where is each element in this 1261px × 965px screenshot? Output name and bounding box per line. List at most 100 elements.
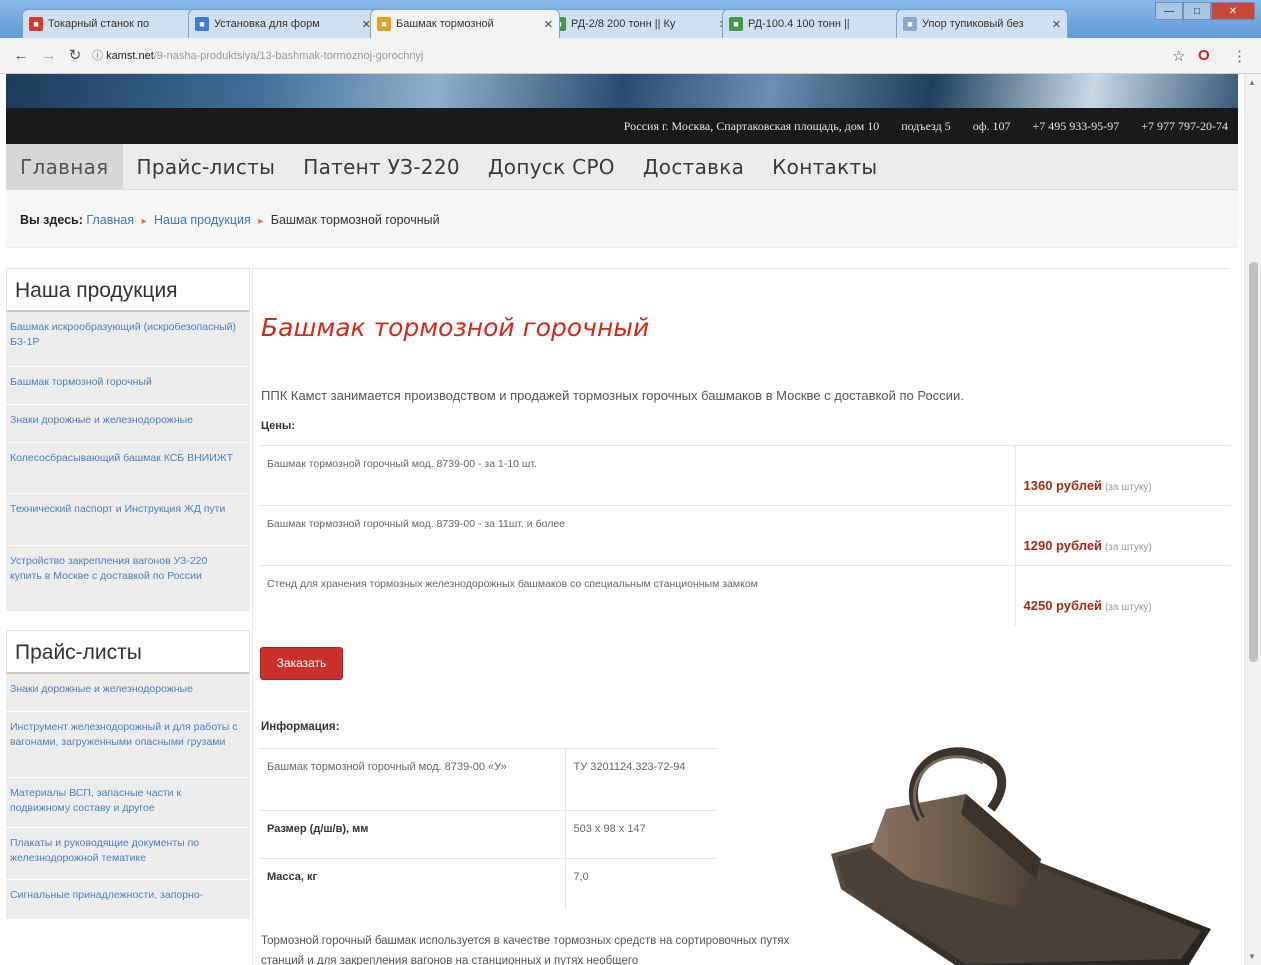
price-amount: 1360 рублей (1023, 478, 1103, 493)
price-amount: 1290 рублей (1023, 538, 1103, 553)
breadcrumb-separator-icon: ▸ (258, 216, 264, 227)
browser-tab[interactable]: ■ Токарный станок по ✕ (22, 9, 212, 38)
contact-bar: Россия г. Москва, Спартаковская площадь,… (6, 108, 1238, 144)
menu-dots-icon[interactable]: ⋮ (1232, 47, 1247, 65)
table-row: Башмак тормозной горочный мод. 8739-00 «… (259, 748, 717, 811)
price-cell: 1360 рублей (за штуку) (1014, 445, 1231, 506)
opera-icon[interactable]: O (1198, 47, 1210, 64)
table-row: Башмак тормозной горочный мод. 8739-00 -… (259, 505, 1231, 566)
sidebar-item[interactable]: Башмак тормозной горочный (6, 367, 250, 405)
nav-item-home[interactable]: Главная (6, 143, 123, 190)
sidebar-item[interactable]: Материалы ВСП, запасные части к подвижно… (6, 778, 250, 828)
breadcrumb-link-products[interactable]: Наша продукция (154, 213, 251, 227)
page-viewport: Россия г. Москва, Спартаковская площадь,… (0, 74, 1261, 965)
sidebar-item[interactable]: Инструмент железнодорожный и для работы … (6, 712, 250, 778)
tab-close-icon[interactable]: ✕ (1052, 18, 1061, 31)
browser-tab[interactable]: ■ Упор тупиковый без ✕ (896, 9, 1068, 38)
breadcrumb-link-home[interactable]: Главная (86, 213, 134, 227)
breadcrumb: Вы здесь: Главная ▸ Наша продукция ▸ Баш… (6, 190, 1238, 248)
browser-toolbar: ← → ↻ ⓘ kamst.net/9-nasha-produktsiya/13… (0, 38, 1261, 74)
table-row: Башмак тормозной горочный мод. 8739-00 -… (259, 445, 1231, 506)
price-table: Башмак тормозной горочный мод. 8739-00 -… (259, 445, 1231, 626)
sidebar-item[interactable]: Знаки дорожные и железнодорожные (6, 405, 250, 443)
nav-item-sro[interactable]: Допуск СРО (474, 144, 629, 190)
page-scrollbar[interactable]: ▲ ▼ (1244, 74, 1261, 965)
main-nav: Главная Прайс-листы Патент УЗ-220 Допуск… (6, 143, 1238, 190)
bookmark-star-icon[interactable]: ☆ (1172, 47, 1185, 65)
price-amount: 4250 рублей (1023, 598, 1103, 613)
tab-favicon-icon: ■ (903, 17, 917, 31)
address-bar[interactable]: ⓘ kamst.net/9-nasha-produktsiya/13-bashm… (92, 44, 1192, 68)
breadcrumb-prefix: Вы здесь: (20, 213, 83, 227)
price-desc: Башмак тормозной горочный мод. 8739-00 -… (259, 445, 1015, 506)
description-text: Тормозной горочный башмак используется в… (261, 935, 790, 965)
spec-value: 503 х 98 х 147 (565, 810, 717, 859)
back-arrow-icon[interactable]: ← (12, 47, 30, 65)
spec-value: ТУ 3201124.323-72-94 (565, 748, 717, 811)
info-label: Информация: (261, 721, 340, 733)
prices-label: Цены: (261, 420, 295, 432)
tab-close-icon[interactable]: ✕ (544, 18, 553, 31)
sidebar-item[interactable]: Технический паспорт и Инструкция ЖД пути (6, 494, 250, 546)
url-path: /9-nasha-produktsiya/13-bashmak-tormozno… (153, 50, 424, 62)
sidebar-item[interactable]: Знаки дорожные и железнодорожные (6, 674, 250, 712)
spec-table: Башмак тормозной горочный мод. 8739-00 «… (259, 748, 717, 909)
price-cell: 4250 рублей (за штуку) (1014, 565, 1231, 626)
header-banner-image (6, 74, 1238, 108)
spec-key: Размер (д/ш/в), мм (259, 810, 566, 859)
sidebar-item[interactable]: Плакаты и руководящие документы по желез… (6, 828, 250, 880)
sidebar-prices-title: Прайс-листы (6, 630, 250, 674)
scroll-down-arrow-icon[interactable]: ▼ (1248, 952, 1256, 961)
sidebar: Наша продукция Башмак искрообразующий (и… (6, 268, 250, 965)
nav-item-patent[interactable]: Патент УЗ-220 (289, 144, 474, 190)
spec-key: Башмак тормозной горочный мод. 8739-00 «… (259, 748, 566, 811)
table-row: Масса, кг 7,0 (259, 858, 717, 909)
browser-tab-active[interactable]: ■ Башмак тормозной ✕ (370, 9, 560, 38)
price-cell: 1290 рублей (за штуку) (1014, 505, 1231, 566)
price-unit: (за штуку) (1104, 542, 1152, 553)
spec-value: 7,0 (565, 858, 717, 909)
address-text: Россия г. Москва, Спартаковская площадь,… (623, 118, 880, 133)
breadcrumb-current: Башмак тормозной горочный (270, 213, 440, 227)
breadcrumb-separator-icon: ▸ (141, 216, 147, 227)
maximize-button[interactable]: □ (1183, 2, 1211, 20)
minimize-button[interactable]: — (1155, 2, 1183, 20)
price-unit: (за штуку) (1104, 482, 1152, 493)
browser-tab-bar: ■ Токарный станок по ✕ ■ Установка для ф… (0, 0, 1261, 38)
tab-favicon-icon: ■ (377, 17, 391, 31)
order-button[interactable]: Заказать (260, 647, 343, 680)
reload-icon[interactable]: ↻ (66, 47, 84, 65)
sidebar-products-title: Наша продукция (6, 268, 250, 312)
sidebar-item[interactable]: Устройство закрепления вагонов УЗ-220 ку… (6, 546, 250, 612)
office-text: оф. 107 (972, 118, 1011, 133)
browser-tab[interactable]: ■ РД-2/8 200 тонн || Ку ✕ (545, 9, 735, 38)
sidebar-item[interactable]: Сигнальные принадлежности, запорно- (6, 880, 250, 920)
scrollbar-thumb[interactable] (1249, 262, 1258, 662)
scroll-up-arrow-icon[interactable]: ▲ (1248, 78, 1256, 87)
sidebar-item[interactable]: Башмак искрообразующий (искробезопасный)… (6, 312, 250, 367)
nav-item-contacts[interactable]: Контакты (758, 144, 891, 190)
browser-tab[interactable]: ■ Установка для форм ✕ (188, 9, 378, 38)
window-controls: — □ ✕ (1155, 2, 1255, 20)
brake-shoe-product-image (831, 747, 1211, 965)
nav-item-delivery[interactable]: Доставка (629, 144, 758, 190)
price-unit: (за штуку) (1104, 602, 1152, 613)
browser-tab[interactable]: ■ РД-100.4 100 тонн || ✕ (722, 9, 912, 38)
table-row: Стенд для хранения тормозных железнодоро… (259, 565, 1231, 626)
info-icon[interactable]: ⓘ (92, 50, 103, 62)
forward-arrow-icon[interactable]: → (40, 47, 58, 65)
tab-favicon-icon: ■ (195, 17, 209, 31)
tab-favicon-icon: ■ (729, 17, 743, 31)
url-host: kamst.net (106, 50, 154, 62)
nav-item-price-lists[interactable]: Прайс-листы (123, 144, 290, 190)
spec-key: Масса, кг (259, 858, 566, 909)
entrance-text: подъезд 5 (901, 118, 951, 133)
close-window-button[interactable]: ✕ (1211, 2, 1255, 20)
intro-text: ППК Камст занимается производством и про… (261, 388, 964, 403)
price-desc: Башмак тормозной горочный мод. 8739-00 -… (259, 505, 1015, 566)
article: Башмак тормозной горочный ППК Камст зани… (252, 268, 1231, 965)
sidebar-item[interactable]: Колесосбрасывающий башмак КСБ ВНИИЖТ (6, 443, 250, 494)
tab-favicon-icon: ■ (29, 17, 43, 31)
price-desc: Стенд для хранения тормозных железнодоро… (259, 565, 1015, 626)
